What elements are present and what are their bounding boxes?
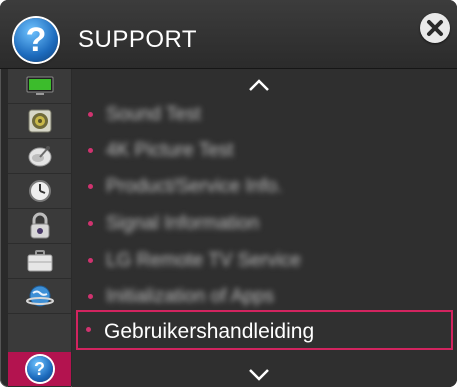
support-options-list: Sound Test 4K Picture Test Product/Servi… xyxy=(72,69,457,387)
list-item[interactable]: LG Remote TV Service xyxy=(78,243,446,279)
chevron-down-icon[interactable] xyxy=(246,366,272,382)
briefcase-icon xyxy=(27,250,52,272)
bullet xyxy=(86,327,91,332)
list-item-label: 4K Picture Test xyxy=(106,140,234,161)
monitor-icon xyxy=(26,76,53,95)
lock-icon xyxy=(30,212,49,239)
list-item[interactable]: Sound Test xyxy=(78,97,446,133)
sidebar-item-lock[interactable] xyxy=(8,209,71,244)
question-circle-icon: ? xyxy=(26,356,53,382)
bullet xyxy=(88,221,93,226)
satellite-dish-icon xyxy=(28,146,51,167)
help-glyph: ? xyxy=(25,21,47,59)
bullet xyxy=(88,184,93,189)
close-icon xyxy=(427,20,443,36)
close-button[interactable] xyxy=(420,13,450,43)
chevron-up-icon[interactable] xyxy=(246,77,272,93)
list-item[interactable]: Signal Information xyxy=(78,206,446,242)
list-item-label: Signal Information xyxy=(106,213,260,234)
question-circle-icon: ? xyxy=(14,18,58,62)
sidebar-item-time[interactable] xyxy=(8,174,71,209)
clock-icon xyxy=(28,180,51,202)
sidebar-item-support[interactable]: ? xyxy=(8,352,71,387)
bullet xyxy=(88,148,93,153)
list-item-label: Product/Service Info. xyxy=(106,176,283,197)
list-item[interactable]: 4K Picture Test xyxy=(78,133,446,169)
list-item-label: Initialization of Apps xyxy=(106,286,274,307)
list-item-user-guide[interactable]: Gebruikershandleiding xyxy=(76,310,453,350)
speaker-icon xyxy=(28,109,51,133)
support-menu-panel: ? SUPPORT ? Sound Test 4K Picture Test P… xyxy=(0,0,457,387)
sidebar-item-option[interactable] xyxy=(8,244,71,279)
category-sidebar: ? xyxy=(8,69,71,387)
list-item-label: LG Remote TV Service xyxy=(106,250,302,271)
sidebar-item-network[interactable] xyxy=(8,279,71,314)
sidebar-item-sound[interactable] xyxy=(8,104,71,139)
sidebar-item-channels[interactable] xyxy=(8,139,71,174)
menu-header: ? SUPPORT xyxy=(0,0,457,69)
bullet xyxy=(88,112,93,117)
list-item-label: Gebruikershandleiding xyxy=(104,320,315,343)
bullet xyxy=(88,258,93,263)
list-item-label: Sound Test xyxy=(106,104,201,125)
sidebar-item-picture[interactable] xyxy=(8,69,71,104)
support-glyph: ? xyxy=(34,359,45,379)
list-item[interactable]: Product/Service Info. xyxy=(78,169,446,205)
page-title: SUPPORT xyxy=(78,26,198,53)
bullet xyxy=(88,294,93,299)
globe-network-icon xyxy=(25,285,54,307)
